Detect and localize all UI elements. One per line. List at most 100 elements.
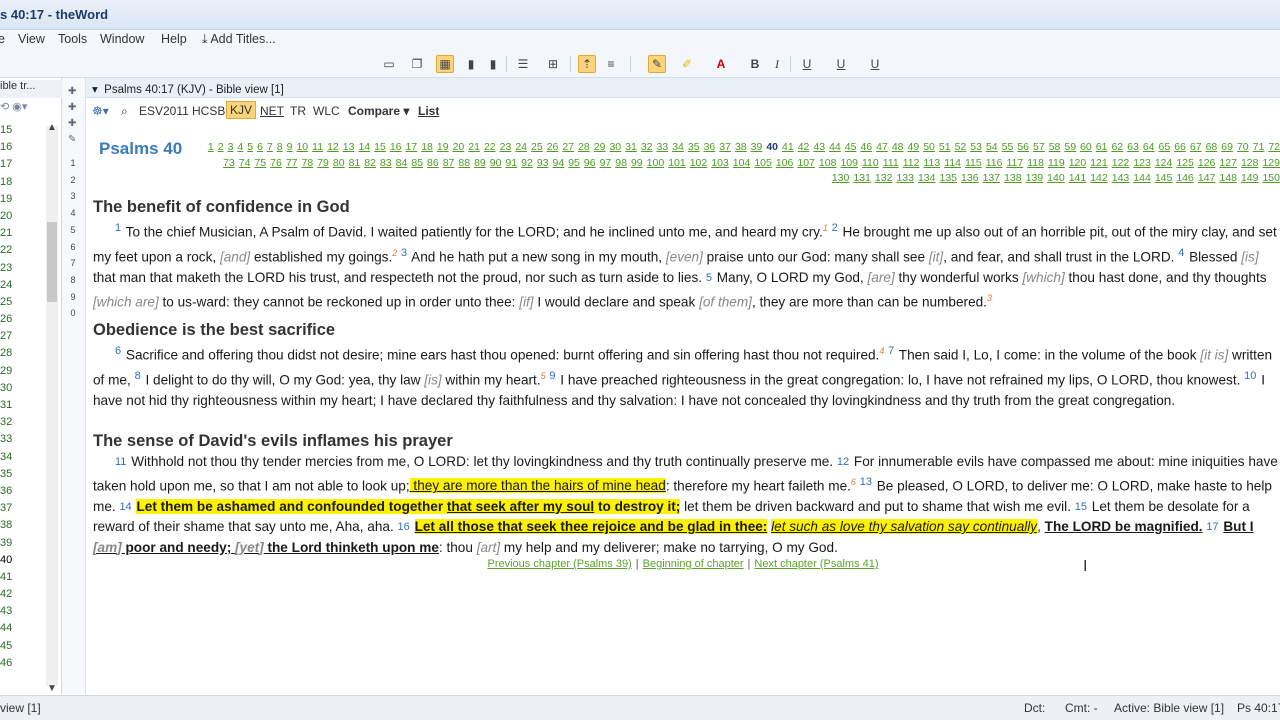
chapter-list-item[interactable]: 40 bbox=[0, 552, 40, 569]
chapter-list-item[interactable]: 19 bbox=[0, 191, 40, 208]
chapter-link[interactable]: 135 bbox=[940, 172, 958, 184]
chapter-link[interactable]: 60 bbox=[1080, 141, 1092, 153]
chapter-link[interactable]: 17 bbox=[406, 141, 418, 153]
chapter-list-item[interactable]: 36 bbox=[0, 483, 40, 500]
highlight-tool-icon[interactable]: ✎ bbox=[648, 55, 666, 73]
chapter-begin-link[interactable]: Beginning of chapter bbox=[643, 558, 744, 570]
chapter-link[interactable]: 122 bbox=[1112, 157, 1130, 169]
chapter-link[interactable]: 85 bbox=[411, 157, 423, 169]
chapter-link[interactable]: 139 bbox=[1026, 172, 1044, 184]
chapter-link[interactable]: 118 bbox=[1027, 157, 1044, 169]
chapter-list-item[interactable]: 24 bbox=[0, 277, 40, 294]
chapter-link[interactable]: 3 bbox=[228, 141, 234, 153]
chapter-link[interactable]: 80 bbox=[333, 157, 345, 169]
chapter-link[interactable]: 141 bbox=[1069, 172, 1087, 184]
chapter-list-item[interactable]: 45 bbox=[0, 638, 40, 655]
chapter-link[interactable]: 64 bbox=[1143, 141, 1155, 153]
new-window-icon[interactable]: ▭ bbox=[380, 55, 398, 73]
chapter-link[interactable]: 131 bbox=[853, 172, 871, 184]
chapter-link[interactable]: 112 bbox=[903, 157, 920, 169]
next-chapter-link[interactable]: Next chapter (Psalms 41) bbox=[754, 558, 878, 570]
chapter-link[interactable]: 100 bbox=[647, 157, 665, 169]
chapter-link[interactable]: 2 bbox=[218, 141, 224, 153]
chapter-link[interactable]: 30 bbox=[609, 141, 621, 153]
chapter-link[interactable]: 27 bbox=[562, 141, 574, 153]
chapter-link[interactable]: 129 bbox=[1262, 157, 1280, 169]
chapter-link[interactable]: 19 bbox=[437, 141, 449, 153]
list-button[interactable]: List bbox=[418, 104, 439, 118]
chapter-link[interactable]: 148 bbox=[1219, 172, 1237, 184]
underline2-icon[interactable]: U bbox=[832, 55, 850, 73]
chapter-link[interactable]: 69 bbox=[1221, 141, 1233, 153]
chapter-link[interactable]: 36 bbox=[704, 141, 716, 153]
chapter-list-item[interactable]: 17 bbox=[0, 156, 40, 173]
chapter-link[interactable]: 134 bbox=[918, 172, 936, 184]
add-titles-button[interactable]: ⤓ Add Titles... bbox=[202, 32, 276, 47]
chapter-link[interactable]: 9 bbox=[287, 141, 293, 153]
compare-button[interactable]: Compare ▾ bbox=[348, 104, 409, 118]
chapter-link[interactable]: 10 bbox=[296, 141, 308, 153]
menu-tools[interactable]: Tools bbox=[58, 32, 87, 46]
chapter-link[interactable]: 57 bbox=[1033, 141, 1045, 153]
align-mid-icon[interactable]: ≡ bbox=[602, 55, 620, 73]
chapter-link[interactable]: 109 bbox=[840, 157, 858, 169]
scroll-down-icon[interactable]: ▼ bbox=[47, 683, 57, 694]
chapter-link[interactable]: 102 bbox=[690, 157, 708, 169]
chapter-link[interactable]: 47 bbox=[876, 141, 888, 153]
chapter-link[interactable]: 26 bbox=[547, 141, 559, 153]
copy-icon[interactable]: ❐ bbox=[408, 55, 426, 73]
chapter-link[interactable]: 93 bbox=[537, 157, 549, 169]
chapter-link[interactable]: 70 bbox=[1237, 141, 1249, 153]
chapter-link[interactable]: 121 bbox=[1090, 157, 1108, 169]
chapter-link[interactable]: 113 bbox=[923, 157, 940, 169]
chapter-link[interactable]: 117 bbox=[1006, 157, 1023, 169]
chapter-list-item[interactable]: 46 bbox=[0, 655, 40, 672]
chapter-link[interactable]: 74 bbox=[239, 157, 251, 169]
chapter-link[interactable]: 56 bbox=[1017, 141, 1029, 153]
panel-scrollbar[interactable]: ▲ ▼ bbox=[46, 122, 58, 694]
chapter-link[interactable]: 8 bbox=[277, 141, 283, 153]
chapter-link[interactable]: 38 bbox=[735, 141, 747, 153]
chapter-link[interactable]: 71 bbox=[1253, 141, 1265, 153]
chapter-list-item[interactable]: 33 bbox=[0, 431, 40, 448]
chapter-link[interactable]: 136 bbox=[961, 172, 979, 184]
chapter-list-item[interactable]: 31 bbox=[0, 397, 40, 414]
chapter-list-item[interactable]: 35 bbox=[0, 466, 40, 483]
chapter-list-item[interactable]: 39 bbox=[0, 535, 40, 552]
chapter-link[interactable]: 58 bbox=[1049, 141, 1061, 153]
chapter-link[interactable]: 107 bbox=[797, 157, 815, 169]
chapter-link[interactable]: 59 bbox=[1064, 141, 1076, 153]
chapter-link[interactable]: 4 bbox=[237, 141, 243, 153]
bookmark-icon[interactable]: ▮ bbox=[462, 55, 480, 73]
chapter-link[interactable]: 98 bbox=[615, 157, 627, 169]
chapter-link[interactable]: 21 bbox=[468, 141, 480, 153]
module-esv[interactable]: ESV2011 bbox=[139, 104, 189, 118]
chapter-link[interactable]: 89 bbox=[474, 157, 486, 169]
chapter-link[interactable]: 145 bbox=[1155, 172, 1173, 184]
chapter-link[interactable]: 78 bbox=[302, 157, 314, 169]
chapter-link[interactable]: 115 bbox=[965, 157, 982, 169]
module-tr[interactable]: TR bbox=[290, 104, 306, 118]
chapter-link[interactable]: 79 bbox=[317, 157, 329, 169]
chapter-link[interactable]: 25 bbox=[531, 141, 543, 153]
chapter-link[interactable]: 53 bbox=[970, 141, 982, 153]
chapter-list-item[interactable]: 41 bbox=[0, 569, 40, 586]
chapter-link[interactable]: 12 bbox=[327, 141, 339, 153]
chapter-list-item[interactable]: 26 bbox=[0, 311, 40, 328]
chapter-link[interactable]: 130 bbox=[832, 172, 850, 184]
chapter-link[interactable]: 1 bbox=[208, 141, 214, 153]
chapter-link[interactable]: 41 bbox=[782, 141, 794, 153]
chapter-link[interactable]: 52 bbox=[955, 141, 967, 153]
module-net[interactable]: NET bbox=[260, 104, 284, 118]
chapter-link[interactable]: 63 bbox=[1127, 141, 1139, 153]
chapter-link[interactable]: 75 bbox=[254, 157, 266, 169]
chapter-link[interactable]: 46 bbox=[860, 141, 872, 153]
chapter-link[interactable]: 106 bbox=[776, 157, 794, 169]
bold-icon[interactable]: B bbox=[746, 55, 764, 73]
chapter-link[interactable]: 137 bbox=[983, 172, 1001, 184]
chapter-link[interactable]: 34 bbox=[672, 141, 684, 153]
module-wlc[interactable]: WLC bbox=[313, 104, 340, 118]
chapter-list-item[interactable]: 21 bbox=[0, 225, 40, 242]
chapter-link[interactable]: 32 bbox=[641, 141, 653, 153]
chapter-link[interactable]: 105 bbox=[754, 157, 772, 169]
